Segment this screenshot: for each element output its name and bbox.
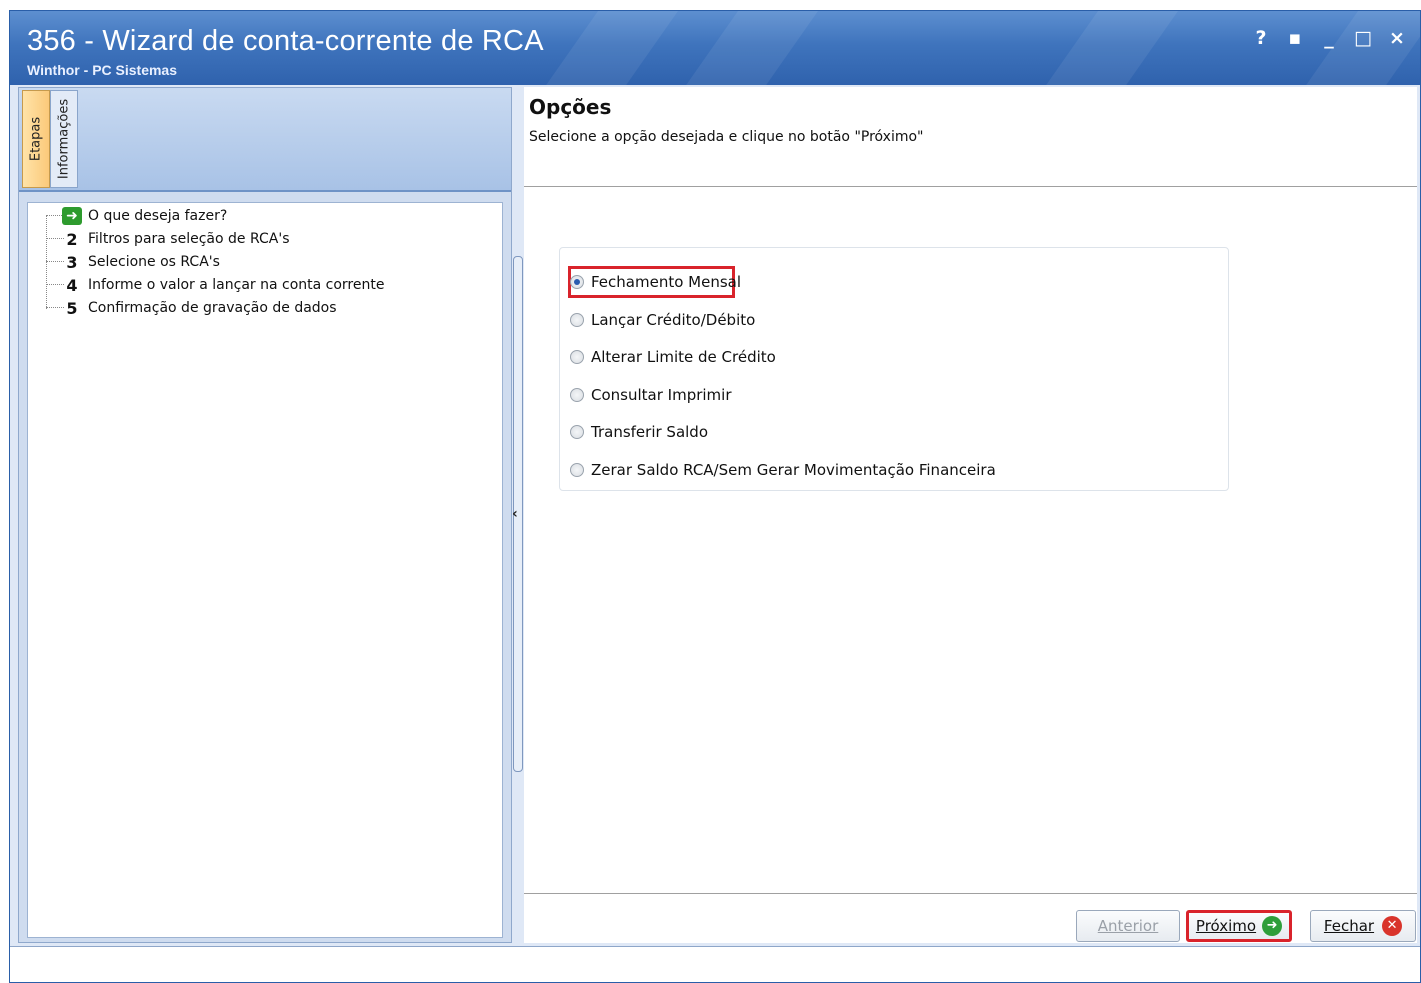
close-button[interactable]: Fechar ✕	[1310, 910, 1416, 942]
option-consultar-imprimir[interactable]: Consultar Imprimir	[570, 383, 732, 407]
radio-icon[interactable]	[570, 388, 584, 402]
option-lancar-credito-debito[interactable]: Lançar Crédito/Débito	[570, 308, 755, 332]
steps-panel-header: Etapas Informações	[19, 88, 511, 192]
options-panel: Opções Selecione a opção desejada e cliq…	[524, 87, 1417, 943]
step-item-2[interactable]: 2 Filtros para seleção de RCA's	[62, 228, 289, 250]
option-fechamento-mensal[interactable]: Fechamento Mensal	[570, 270, 741, 294]
title-bar: 356 - Wizard de conta-corrente de RCA Wi…	[10, 11, 1420, 85]
window-subtitle: Winthor - PC Sistemas	[27, 62, 178, 78]
close-icon[interactable]: ×	[1380, 25, 1414, 51]
divider	[524, 893, 1417, 894]
collapse-arrow-icon[interactable]: ‹	[512, 506, 518, 522]
step-item-1[interactable]: ➜ O que deseja fazer?	[62, 205, 227, 227]
page-title: Opções	[529, 95, 612, 119]
steps-tree: ➜ O que deseja fazer? 2 Filtros para sel…	[27, 202, 503, 938]
divider	[524, 186, 1417, 187]
step-item-5[interactable]: 5 Confirmação de gravação de dados	[62, 297, 336, 319]
maximize-icon[interactable]: □	[1346, 25, 1380, 51]
arrow-right-icon: ➜	[62, 207, 82, 225]
page-subtitle: Selecione a opção desejada e clique no b…	[529, 129, 924, 145]
step-item-4[interactable]: 4 Informe o valor a lançar na conta corr…	[62, 274, 384, 296]
radio-icon[interactable]	[570, 313, 584, 327]
arrow-right-icon: ➜	[1262, 916, 1283, 936]
next-button[interactable]: Próximo ➜	[1186, 910, 1292, 942]
steps-panel: Etapas Informações ➜ O que deseja fazer?…	[18, 87, 512, 943]
help-icon[interactable]: ?	[1244, 25, 1278, 51]
tab-etapas[interactable]: Etapas	[22, 90, 50, 188]
window-controls: ? ▪ _ □ ×	[1244, 25, 1414, 51]
options-group: Fechamento Mensal Lançar Crédito/Débito …	[559, 247, 1229, 491]
radio-checked-icon[interactable]	[570, 275, 584, 289]
status-bar	[10, 946, 1420, 982]
window-title: 356 - Wizard de conta-corrente de RCA	[27, 25, 544, 57]
restore-icon[interactable]: ▪	[1278, 25, 1312, 51]
radio-icon[interactable]	[570, 425, 584, 439]
close-icon: ✕	[1382, 916, 1403, 936]
option-transferir-saldo[interactable]: Transferir Saldo	[570, 420, 708, 444]
wizard-window: 356 - Wizard de conta-corrente de RCA Wi…	[9, 10, 1421, 983]
step-item-3[interactable]: 3 Selecione os RCA's	[62, 251, 220, 273]
tab-informacoes[interactable]: Informações	[50, 90, 78, 188]
radio-icon[interactable]	[570, 463, 584, 477]
previous-button[interactable]: Anterior	[1076, 910, 1180, 942]
radio-icon[interactable]	[570, 350, 584, 364]
option-zerar-saldo[interactable]: Zerar Saldo RCA/Sem Gerar Movimentação F…	[570, 458, 996, 482]
minimize-icon[interactable]: _	[1312, 25, 1346, 51]
option-alterar-limite-credito[interactable]: Alterar Limite de Crédito	[570, 345, 776, 369]
